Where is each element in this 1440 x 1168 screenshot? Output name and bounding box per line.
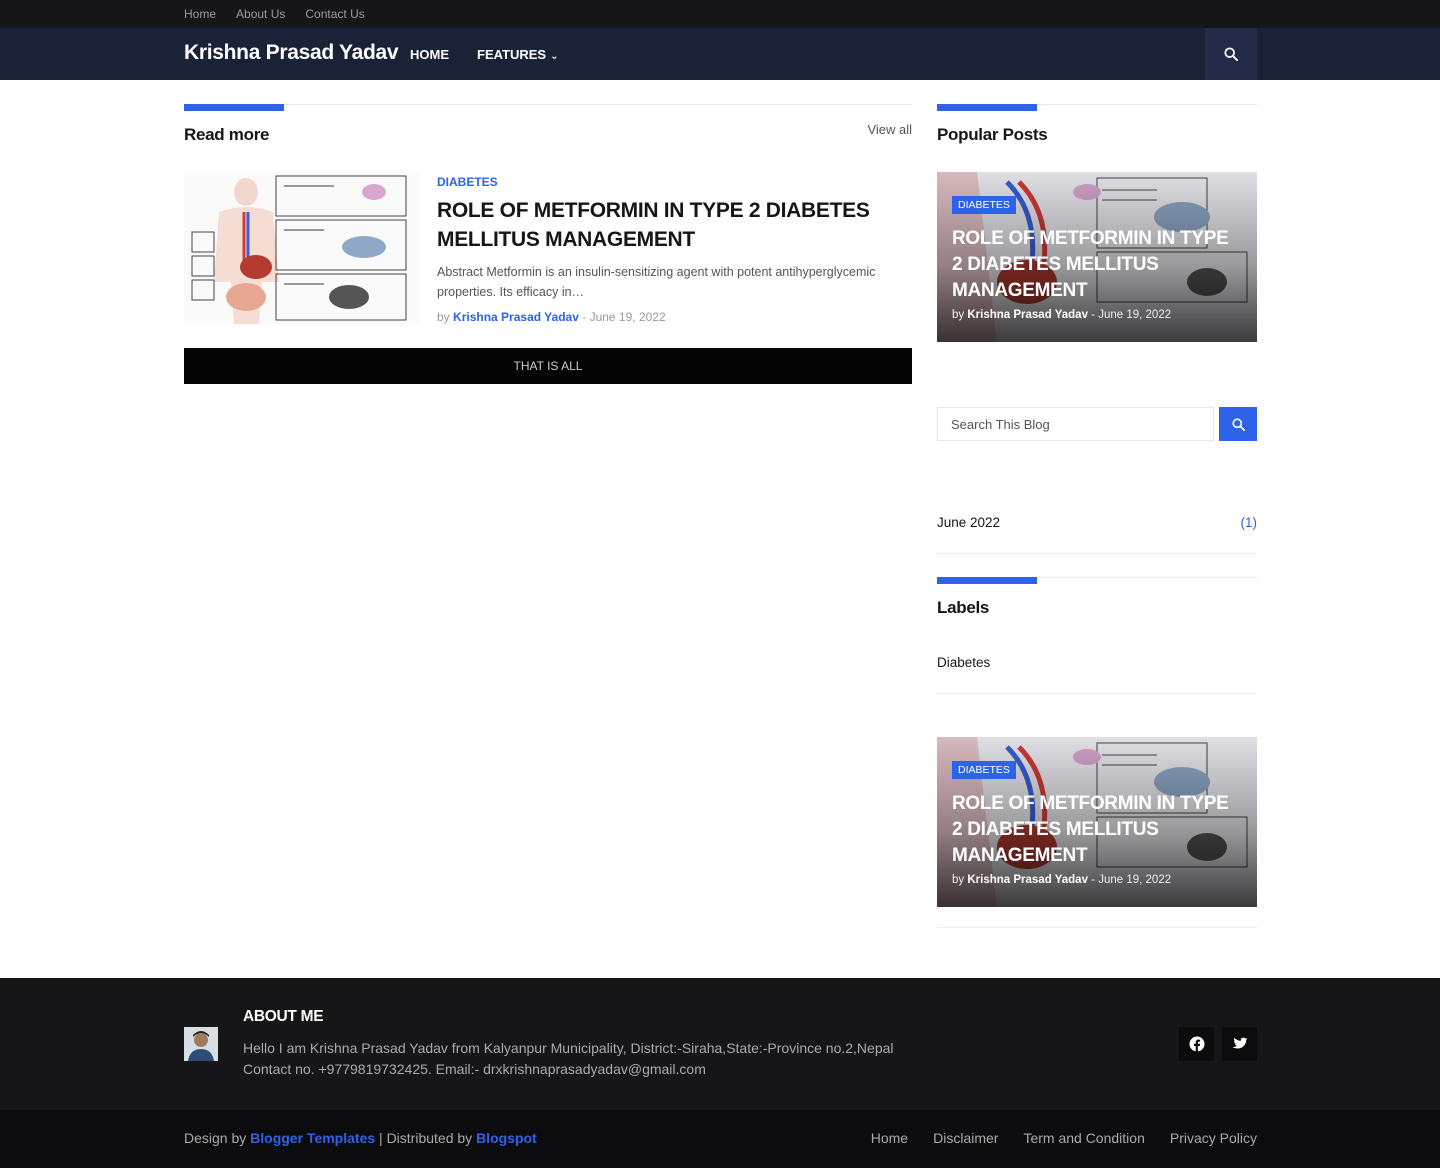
featured-post-byline: by Krishna Prasad Yadav - June 19, 2022 xyxy=(952,874,1171,886)
about-me-text: Hello I am Krishna Prasad Yadav from Kal… xyxy=(243,1040,894,1077)
post-label[interactable]: Diabetes xyxy=(437,175,498,189)
main-nav: Home Features ⌄ xyxy=(410,47,559,62)
facebook-button[interactable] xyxy=(1179,1027,1214,1061)
twitter-icon xyxy=(1231,1037,1248,1049)
about-me-title: About Me xyxy=(243,1008,324,1025)
popular-posts-heading: Popular Posts xyxy=(937,104,1257,144)
featured-post-author[interactable]: Krishna Prasad Yadav xyxy=(967,874,1088,886)
featured-post-by: by xyxy=(952,874,965,886)
post-title[interactable]: Role of Metformin in Type 2 Diabetes Mel… xyxy=(437,196,917,254)
blogspot-link[interactable]: Blogspot xyxy=(476,1130,537,1146)
featured-post-tag[interactable]: Diabetes xyxy=(952,761,1016,779)
footer: About Me Hello I am Krishna Prasad Yadav… xyxy=(0,978,1440,1110)
distributed-by: | Distributed by xyxy=(379,1130,473,1146)
view-all-link[interactable]: View all xyxy=(867,122,912,137)
section-title: Read more xyxy=(184,125,270,144)
search-icon xyxy=(1231,417,1245,431)
footer-link-privacy[interactable]: Privacy Policy xyxy=(1170,1130,1257,1146)
blog-search-input[interactable] xyxy=(937,407,1214,441)
popular-post-tag[interactable]: Diabetes xyxy=(952,196,1016,214)
top-links: Home About Us Contact Us xyxy=(184,7,365,21)
popular-post-byline: by Krishna Prasad Yadav - June 19, 2022 xyxy=(952,309,1171,321)
main-header: Krishna Prasad Yadav Home Features ⌄ xyxy=(0,28,1440,80)
heading-accent-bar xyxy=(937,577,1037,584)
post-author[interactable]: Krishna Prasad Yadav xyxy=(453,310,579,324)
design-by: Design by xyxy=(184,1130,247,1146)
blog-search-button[interactable] xyxy=(1219,407,1257,441)
top-link-home[interactable]: Home xyxy=(184,7,216,21)
that-is-all-banner: That is All xyxy=(184,348,912,384)
post-byline: by Krishna Prasad Yadav - June 19, 2022 xyxy=(437,310,666,324)
labels-heading: Labels xyxy=(937,577,1257,617)
read-more-heading: Read more View all xyxy=(184,104,912,144)
avatar-image xyxy=(184,1027,218,1061)
post-thumbnail[interactable] xyxy=(184,172,419,324)
popular-posts-title: Popular Posts xyxy=(937,125,1048,144)
post-by: by xyxy=(437,310,450,324)
footer-link-home[interactable]: Home xyxy=(871,1130,908,1146)
featured-post-date: June 19, 2022 xyxy=(1098,874,1172,886)
site-brand[interactable]: Krishna Prasad Yadav xyxy=(184,41,399,65)
footer-menu: Home Disclaimer Term and Condition Priva… xyxy=(871,1130,1257,1146)
post-date: June 19, 2022 xyxy=(589,310,666,324)
popular-post-date: June 19, 2022 xyxy=(1098,309,1172,321)
archive-item[interactable]: June 2022 (1) xyxy=(937,514,1257,554)
top-link-contact-us[interactable]: Contact Us xyxy=(305,7,364,21)
popular-post-card[interactable]: Diabetes Role of Metformin in Type 2 Dia… xyxy=(937,172,1257,342)
nav-features-label: Features xyxy=(477,47,547,62)
footer-link-disclaimer[interactable]: Disclaimer xyxy=(933,1130,998,1146)
archive-count: (1) xyxy=(1240,515,1258,530)
popular-post-sep: - xyxy=(1091,309,1096,321)
blogger-templates-link[interactable]: Blogger Templates xyxy=(250,1130,375,1146)
featured-post-sep: - xyxy=(1091,874,1096,886)
chevron-down-icon: ⌄ xyxy=(550,51,559,62)
header-search-button[interactable] xyxy=(1205,28,1257,80)
post-sep: - xyxy=(582,310,587,324)
twitter-button[interactable] xyxy=(1222,1027,1257,1061)
labels-title: Labels xyxy=(937,598,990,617)
heading-accent-bar xyxy=(937,104,1037,111)
divider xyxy=(937,693,1257,694)
label-diabetes[interactable]: Diabetes xyxy=(937,655,990,670)
facebook-icon xyxy=(1189,1036,1204,1052)
credit-line: Design by Blogger Templates | Distribute… xyxy=(184,1130,537,1146)
featured-post-card[interactable]: Diabetes Role of Metformin in Type 2 Dia… xyxy=(937,737,1257,907)
popular-post-by: by xyxy=(952,309,965,321)
top-link-about-us[interactable]: About Us xyxy=(236,7,285,21)
footer-link-terms[interactable]: Term and Condition xyxy=(1023,1130,1144,1146)
avatar[interactable] xyxy=(184,1027,218,1061)
top-bar: Home About Us Contact Us xyxy=(0,0,1440,28)
post-thumbnail-image xyxy=(184,172,419,324)
search-icon xyxy=(1224,47,1238,61)
divider xyxy=(937,927,1257,928)
bottom-bar: Design by Blogger Templates | Distribute… xyxy=(0,1110,1440,1168)
nav-features[interactable]: Features ⌄ xyxy=(477,47,559,62)
popular-post-title[interactable]: Role of Metformin in Type 2 Diabetes Mel… xyxy=(952,226,1242,304)
nav-home[interactable]: Home xyxy=(410,47,449,62)
featured-post-title[interactable]: Role of Metformin in Type 2 Diabetes Mel… xyxy=(952,791,1242,869)
archive-month: June 2022 xyxy=(937,515,1001,530)
popular-post-author[interactable]: Krishna Prasad Yadav xyxy=(967,309,1088,321)
post-snippet: Abstract Metformin is an insulin-sensiti… xyxy=(437,265,876,299)
heading-accent-bar xyxy=(184,104,284,111)
